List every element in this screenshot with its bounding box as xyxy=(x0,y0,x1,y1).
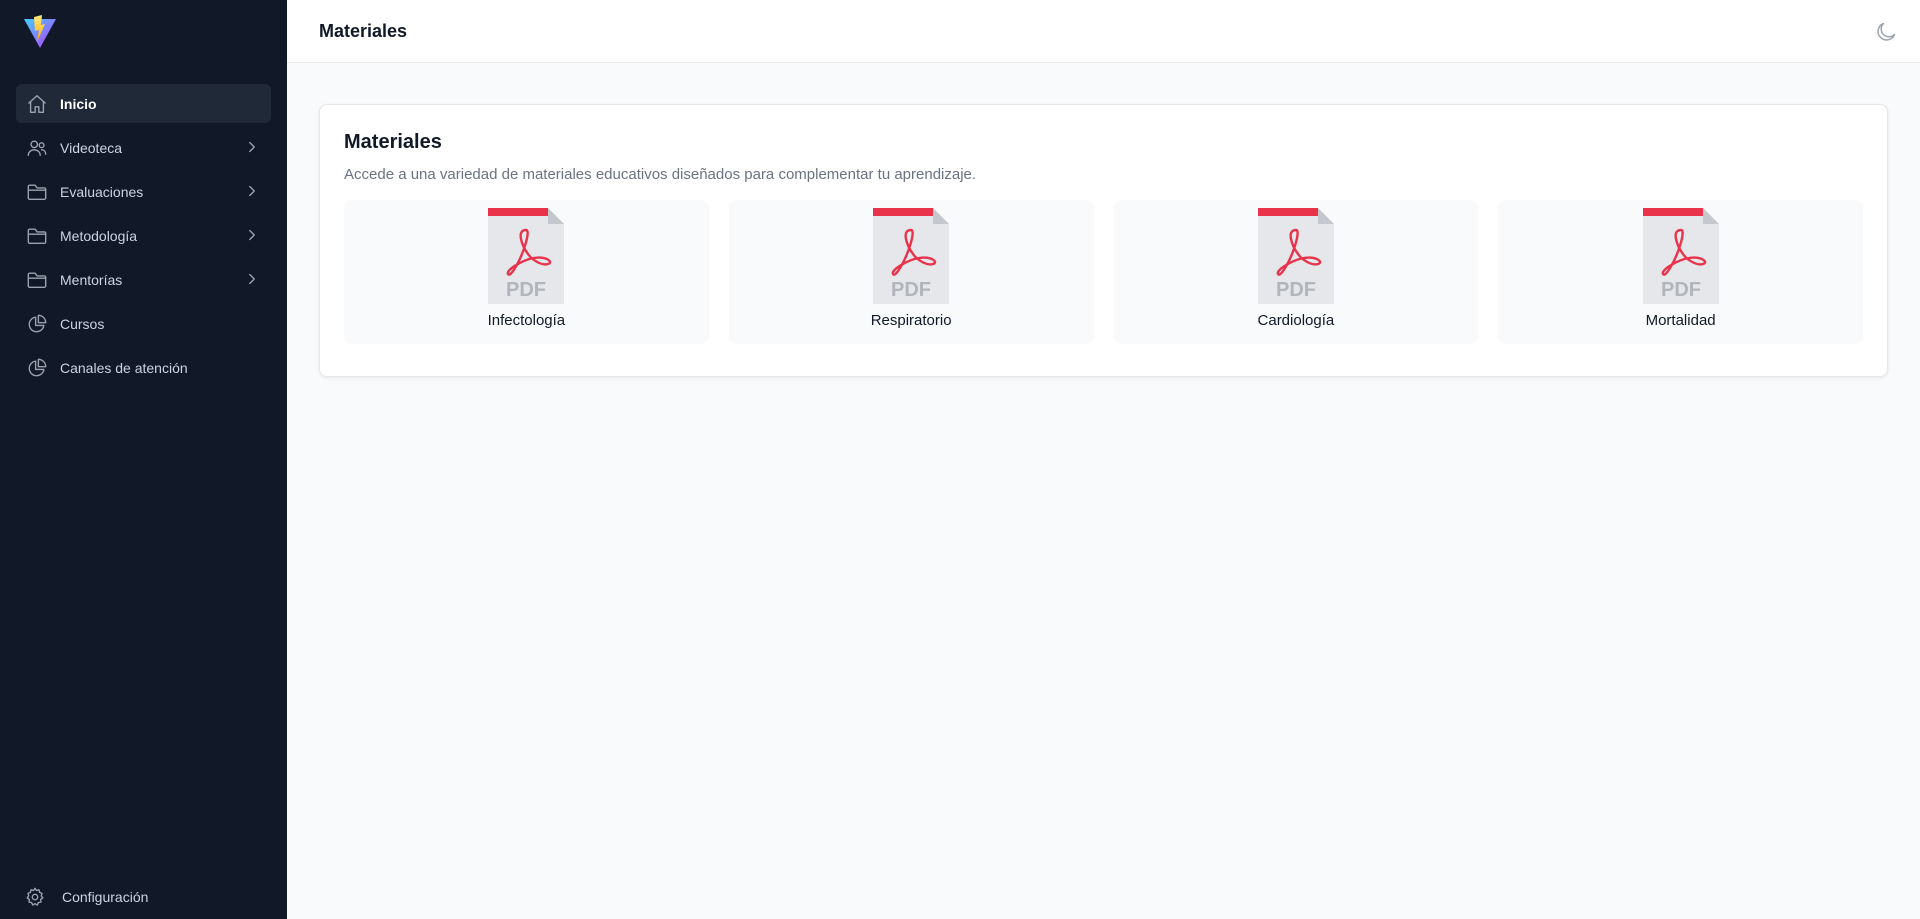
svg-text:PDF: PDF xyxy=(506,279,546,301)
material-card-mortalidad[interactable]: PDF Mortalidad xyxy=(1498,200,1863,344)
folder-icon xyxy=(26,181,48,203)
materials-card: Materiales Accede a una variedad de mate… xyxy=(319,104,1888,377)
folder-icon xyxy=(26,269,48,291)
sidebar-item-label: Mentorías xyxy=(60,271,123,288)
material-label: Mortalidad xyxy=(1645,312,1716,329)
folder-icon xyxy=(26,225,48,247)
material-card-infectologia[interactable]: PDF Infectología xyxy=(344,200,709,344)
page-title: Materiales xyxy=(319,20,408,41)
material-label: Respiratorio xyxy=(870,312,952,329)
moon-icon[interactable] xyxy=(1874,20,1898,44)
settings-label: Configuración xyxy=(62,889,149,905)
pdf-file-icon: PDF xyxy=(488,208,565,304)
sidebar-item-inicio[interactable]: Inicio xyxy=(16,84,271,123)
sidebar-item-label: Cursos xyxy=(60,315,105,332)
sidebar-item-videoteca[interactable]: Videoteca xyxy=(16,128,271,167)
pie-chart-icon xyxy=(26,313,48,335)
sidebar-item-label: Evaluaciones xyxy=(60,183,144,200)
sidebar-item-cursos[interactable]: Cursos xyxy=(16,304,271,343)
main-content: Materiales Materiales Accede a una varie… xyxy=(287,0,1920,919)
home-icon xyxy=(26,93,48,115)
settings-link[interactable]: Configuración xyxy=(24,883,148,911)
users-icon xyxy=(26,137,48,159)
material-label: Infectología xyxy=(487,312,566,329)
sidebar-item-label: Metodología xyxy=(60,227,138,244)
sidebar-item-canales[interactable]: Canales de atención xyxy=(16,348,271,387)
top-bar: Materiales xyxy=(287,0,1920,63)
material-card-respiratorio[interactable]: PDF Respiratorio xyxy=(728,200,1094,344)
material-card-cardiologia[interactable]: PDF Cardiología xyxy=(1113,200,1479,344)
material-label: Cardiología xyxy=(1257,312,1335,329)
sidebar-item-mentorias[interactable]: Mentorías xyxy=(16,260,271,299)
pdf-file-icon: PDF xyxy=(873,208,950,304)
section-title: Materiales xyxy=(344,131,442,153)
pdf-file-icon: PDF xyxy=(1642,208,1719,304)
chevron-right-icon xyxy=(249,273,255,285)
sidebar-item-label: Videoteca xyxy=(60,139,123,156)
svg-text:PDF: PDF xyxy=(1661,279,1701,301)
chevron-right-icon xyxy=(249,185,255,197)
sidebar-item-label: Canales de atención xyxy=(60,359,188,376)
sidebar-item-evaluaciones[interactable]: Evaluaciones xyxy=(16,172,271,211)
section-description: Accede a una variedad de materiales educ… xyxy=(344,166,977,183)
sidebar-item-metodologia[interactable]: Metodología xyxy=(16,216,271,255)
chevron-right-icon xyxy=(249,141,255,153)
app-logo[interactable] xyxy=(22,14,58,50)
sidebar-item-label: Inicio xyxy=(60,95,97,112)
sidebar: Inicio Videoteca Evaluaciones Metodologí… xyxy=(0,0,287,919)
svg-text:PDF: PDF xyxy=(1276,279,1316,301)
svg-text:PDF: PDF xyxy=(891,279,931,301)
sidebar-nav: Inicio Videoteca Evaluaciones Metodologí… xyxy=(16,84,271,392)
pdf-file-icon: PDF xyxy=(1257,208,1334,304)
chevron-right-icon xyxy=(249,229,255,241)
gear-icon xyxy=(26,887,44,906)
materials-grid: PDF Infectología PDF Respiratorio PDF Ca… xyxy=(344,200,1863,344)
pie-chart-icon xyxy=(26,357,48,379)
